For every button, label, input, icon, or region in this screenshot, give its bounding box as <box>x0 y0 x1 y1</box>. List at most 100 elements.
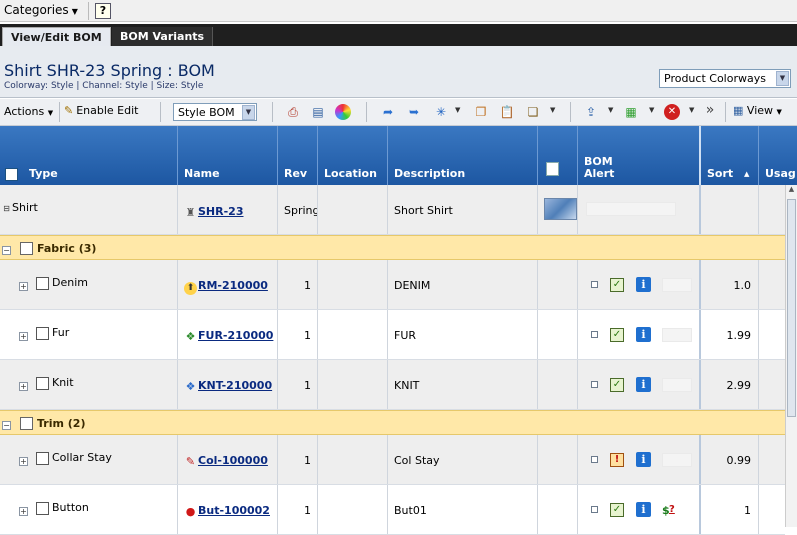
column-bom-alert-label-2: Alert <box>584 167 615 180</box>
info-icon[interactable]: i <box>636 452 651 467</box>
column-sort[interactable]: Sort ▲ <box>701 126 759 185</box>
cell-rev: 1 <box>278 360 318 409</box>
cell-description: Col Stay <box>388 435 538 484</box>
row-checkbox[interactable] <box>36 501 49 515</box>
column-usage[interactable]: Usag <box>759 126 797 185</box>
expand-icon[interactable]: + <box>19 504 28 517</box>
row-checkbox[interactable] <box>36 451 49 465</box>
row-checkbox[interactable] <box>36 276 49 290</box>
divider <box>725 102 726 122</box>
paste-special-icon[interactable]: ❏ <box>525 104 541 120</box>
vertical-scrollbar[interactable]: ▲ <box>785 185 797 527</box>
row-checkbox[interactable] <box>36 326 49 340</box>
group-checkbox[interactable] <box>20 241 33 255</box>
check-alert-icon[interactable]: ✓ <box>610 328 624 342</box>
group-row-trim[interactable]: − Trim (2) <box>0 410 785 435</box>
row-name-link[interactable]: FUR-210000 <box>198 329 273 342</box>
expand-icon[interactable]: + <box>19 379 28 392</box>
column-type[interactable]: Type <box>0 126 178 185</box>
group-checkbox[interactable] <box>20 416 33 430</box>
scrollbar-thumb[interactable] <box>787 199 796 417</box>
overflow-icon[interactable]: » <box>702 102 718 118</box>
color-wheel-icon[interactable] <box>335 104 351 120</box>
row-name-link[interactable]: But-100002 <box>198 504 270 517</box>
document-settings-icon[interactable]: ▤ <box>310 104 326 120</box>
column-name[interactable]: Name <box>178 126 278 185</box>
chevron-down-icon[interactable]: ▼ <box>550 106 555 114</box>
print-icon[interactable]: ⎙ <box>285 104 301 120</box>
alert-flag-checkbox[interactable] <box>591 456 598 463</box>
divider <box>366 102 367 122</box>
table-row[interactable]: + Button ● But-100002 1 But01 ✓ i $? 1 <box>0 485 785 535</box>
expand-icon[interactable]: + <box>19 454 28 467</box>
info-icon[interactable]: i <box>636 377 651 392</box>
alert-flag-checkbox[interactable] <box>591 381 598 388</box>
column-location[interactable]: Location <box>318 126 388 185</box>
row-name-link[interactable]: Col-100000 <box>198 454 268 467</box>
row-name-link[interactable]: KNT-210000 <box>198 379 272 392</box>
row-rev: 1 <box>304 504 311 517</box>
export-icon[interactable]: ⇪ <box>583 104 599 120</box>
paste-icon[interactable]: 📋 <box>499 104 515 120</box>
check-alert-icon[interactable]: ✓ <box>610 503 624 517</box>
column-description[interactable]: Description <box>388 126 538 185</box>
column-bom-alert[interactable]: BOM Alert <box>578 126 701 185</box>
cell-usage <box>759 435 785 484</box>
collapse-icon[interactable]: − <box>2 243 11 256</box>
table-row[interactable]: + Collar Stay ✎ Col-100000 1 Col Stay! i 0.99 <box>0 435 785 485</box>
colorways-select[interactable]: Product Colorways ▼ <box>659 69 791 88</box>
move-up-icon[interactable]: ➦ <box>380 104 396 120</box>
chevron-down-icon[interactable]: ▼ <box>455 106 460 114</box>
add-rows-icon[interactable]: ▦ <box>623 104 639 120</box>
view-menu[interactable]: ▦ View ▼ <box>733 104 782 117</box>
page-subtitle: Colorway: Style | Channel: Style | Size:… <box>4 81 204 91</box>
row-name-link[interactable]: SHR-23 <box>198 205 243 218</box>
tab-view-edit-bom[interactable]: View/Edit BOM <box>2 27 111 46</box>
row-name-link[interactable]: RM-210000 <box>198 279 268 292</box>
row-name-wrap: ⬆ RM-210000 <box>184 279 268 295</box>
help-icon[interactable]: ? <box>95 3 111 19</box>
table-row[interactable]: + Knit ❖ KNT-210000 1 KNIT ✓ i 2.99 <box>0 360 785 410</box>
check-alert-icon[interactable]: ✓ <box>610 378 624 392</box>
raw-material-icon: ⬆ <box>184 282 197 295</box>
group-row-fabric[interactable]: − Fabric (3) <box>0 235 785 260</box>
expand-icon[interactable]: + <box>19 279 28 292</box>
scroll-up-arrow[interactable]: ▲ <box>786 185 797 197</box>
chevron-down-icon[interactable]: ▼ <box>649 106 654 114</box>
info-icon[interactable]: i <box>636 277 651 292</box>
select-all-checkbox[interactable] <box>5 167 18 181</box>
cell-sort: 1.99 <box>701 310 759 359</box>
alert-flag-checkbox[interactable] <box>591 281 598 288</box>
chevron-down-icon[interactable]: ▼ <box>689 106 694 114</box>
row-checkbox[interactable] <box>36 376 49 390</box>
move-down-icon[interactable]: ➥ <box>406 104 422 120</box>
cost-unknown-icon[interactable]: ? <box>669 504 675 515</box>
bom-type-select[interactable]: Style BOM ▼ <box>173 103 257 121</box>
copy-icon[interactable]: ❐ <box>473 104 489 120</box>
column-image[interactable] <box>538 126 578 185</box>
actions-menu[interactable]: Actions ▼ <box>4 105 53 118</box>
categories-menu[interactable]: Categories ▼ <box>4 3 78 17</box>
collapse-icon[interactable]: ⊟ <box>2 201 11 214</box>
info-icon[interactable]: i <box>636 327 651 342</box>
column-name-label: Name <box>184 167 220 180</box>
chevron-down-icon[interactable]: ▼ <box>608 106 613 114</box>
check-alert-icon[interactable]: ✓ <box>610 278 624 292</box>
collapse-icon[interactable]: − <box>2 418 11 431</box>
table-row-root[interactable]: ⊟ Shirt ♜ SHR-23 Spring Short Shirt <box>0 185 785 235</box>
table-row[interactable]: + Fur ❖ FUR-210000 1 FUR ✓ i 1.99 <box>0 310 785 360</box>
alert-flag-checkbox[interactable] <box>591 506 598 513</box>
alert-flag-checkbox[interactable] <box>591 331 598 338</box>
warning-alert-icon[interactable]: ! <box>610 453 624 467</box>
shirt-thumbnail[interactable] <box>544 198 577 220</box>
delete-icon[interactable]: ✕ <box>664 104 680 120</box>
asterisk-icon[interactable]: ✳ <box>433 104 449 120</box>
info-icon[interactable]: i <box>636 502 651 517</box>
cell-location <box>318 185 388 234</box>
column-rev[interactable]: Rev <box>278 126 318 185</box>
enable-edit-button[interactable]: ✎ Enable Edit <box>64 104 139 117</box>
divider <box>570 102 571 122</box>
table-row[interactable]: + Denim ⬆ RM-210000 1 DENIM ✓ i 1.0 <box>0 260 785 310</box>
tab-bom-variants[interactable]: BOM Variants <box>112 27 214 46</box>
expand-icon[interactable]: + <box>19 329 28 342</box>
